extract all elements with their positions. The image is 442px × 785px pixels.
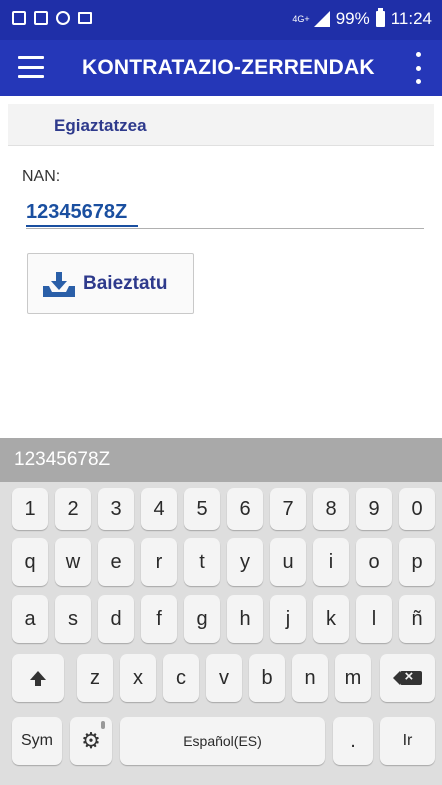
backspace-key[interactable] — [380, 654, 435, 702]
go-key[interactable]: Ir — [380, 717, 435, 765]
mic-icon — [101, 721, 105, 729]
key-z[interactable]: z — [77, 654, 113, 702]
key-enye[interactable]: ñ — [399, 595, 435, 643]
key-d[interactable]: d — [98, 595, 134, 643]
key-r[interactable]: r — [141, 538, 177, 586]
key-t[interactable]: t — [184, 538, 220, 586]
app-bar: KONTRATAZIO-ZERRENDAK — [0, 40, 442, 96]
key-4[interactable]: 4 — [141, 488, 177, 530]
screen: 4G+ 99% 11:24 KONTRATAZIO-ZERRENDAK Egia… — [0, 0, 442, 785]
battery-icon — [375, 8, 385, 27]
key-q[interactable]: q — [12, 538, 48, 586]
nan-label: NAN: — [22, 168, 61, 185]
key-c[interactable]: c — [163, 654, 199, 702]
notification-icons — [12, 11, 92, 25]
shift-arrow-icon — [30, 670, 46, 686]
signal-icon — [313, 11, 330, 27]
on-screen-keyboard: 1 2 3 4 5 6 7 8 9 0 q w e r t y u i o p … — [0, 482, 442, 785]
symbols-key[interactable]: Sym — [12, 717, 62, 765]
key-u[interactable]: u — [270, 538, 306, 586]
section-header: Egiaztatzea — [8, 104, 434, 146]
key-0[interactable]: 0 — [399, 488, 435, 530]
key-3[interactable]: 3 — [98, 488, 134, 530]
key-j[interactable]: j — [270, 595, 306, 643]
download-tray-icon — [41, 270, 77, 298]
key-i[interactable]: i — [313, 538, 349, 586]
app-title: KONTRATAZIO-ZERRENDAK — [82, 56, 375, 79]
keyboard-suggestion[interactable]: 12345678Z — [14, 449, 110, 471]
key-s[interactable]: s — [55, 595, 91, 643]
sync-notification-icon — [56, 11, 70, 25]
key-w[interactable]: w — [55, 538, 91, 586]
space-key[interactable]: Español(ES) — [120, 717, 325, 765]
key-2[interactable]: 2 — [55, 488, 91, 530]
system-status: 4G+ 99% 11:24 — [292, 8, 432, 29]
network-type: 4G+ — [292, 13, 310, 24]
key-k[interactable]: k — [313, 595, 349, 643]
period-key[interactable]: . — [333, 717, 373, 765]
key-x[interactable]: x — [120, 654, 156, 702]
key-n[interactable]: n — [292, 654, 328, 702]
screenshot-notification-icon — [34, 11, 48, 25]
gallery-notification-icon — [12, 11, 26, 25]
key-a[interactable]: a — [12, 595, 48, 643]
overflow-menu-icon[interactable] — [414, 52, 422, 84]
key-v[interactable]: v — [206, 654, 242, 702]
key-8[interactable]: 8 — [313, 488, 349, 530]
key-g[interactable]: g — [184, 595, 220, 643]
backspace-icon — [392, 668, 422, 685]
keyboard-suggestion-bar: 12345678Z — [0, 438, 442, 482]
key-l[interactable]: l — [356, 595, 392, 643]
key-9[interactable]: 9 — [356, 488, 392, 530]
key-7[interactable]: 7 — [270, 488, 306, 530]
section-title: Egiaztatzea — [54, 116, 147, 135]
confirm-button[interactable]: Baieztatu — [27, 253, 194, 314]
hamburger-menu-icon[interactable] — [18, 56, 44, 78]
key-f[interactable]: f — [141, 595, 177, 643]
key-m[interactable]: m — [335, 654, 371, 702]
key-p[interactable]: p — [399, 538, 435, 586]
shift-key[interactable] — [12, 654, 64, 702]
status-bar: 4G+ 99% 11:24 — [0, 0, 442, 40]
nan-input-focus-underline — [26, 225, 138, 227]
settings-key[interactable]: ⚙ — [70, 717, 112, 765]
key-e[interactable]: e — [98, 538, 134, 586]
key-5[interactable]: 5 — [184, 488, 220, 530]
clock: 11:24 — [390, 9, 432, 28]
key-6[interactable]: 6 — [227, 488, 263, 530]
key-o[interactable]: o — [356, 538, 392, 586]
mail-notification-icon — [78, 12, 92, 24]
key-b[interactable]: b — [249, 654, 285, 702]
key-h[interactable]: h — [227, 595, 263, 643]
gear-icon: ⚙ — [81, 728, 101, 753]
key-y[interactable]: y — [227, 538, 263, 586]
confirm-button-label: Baieztatu — [83, 272, 168, 294]
key-1[interactable]: 1 — [12, 488, 48, 530]
battery-level: 99% — [335, 9, 370, 28]
